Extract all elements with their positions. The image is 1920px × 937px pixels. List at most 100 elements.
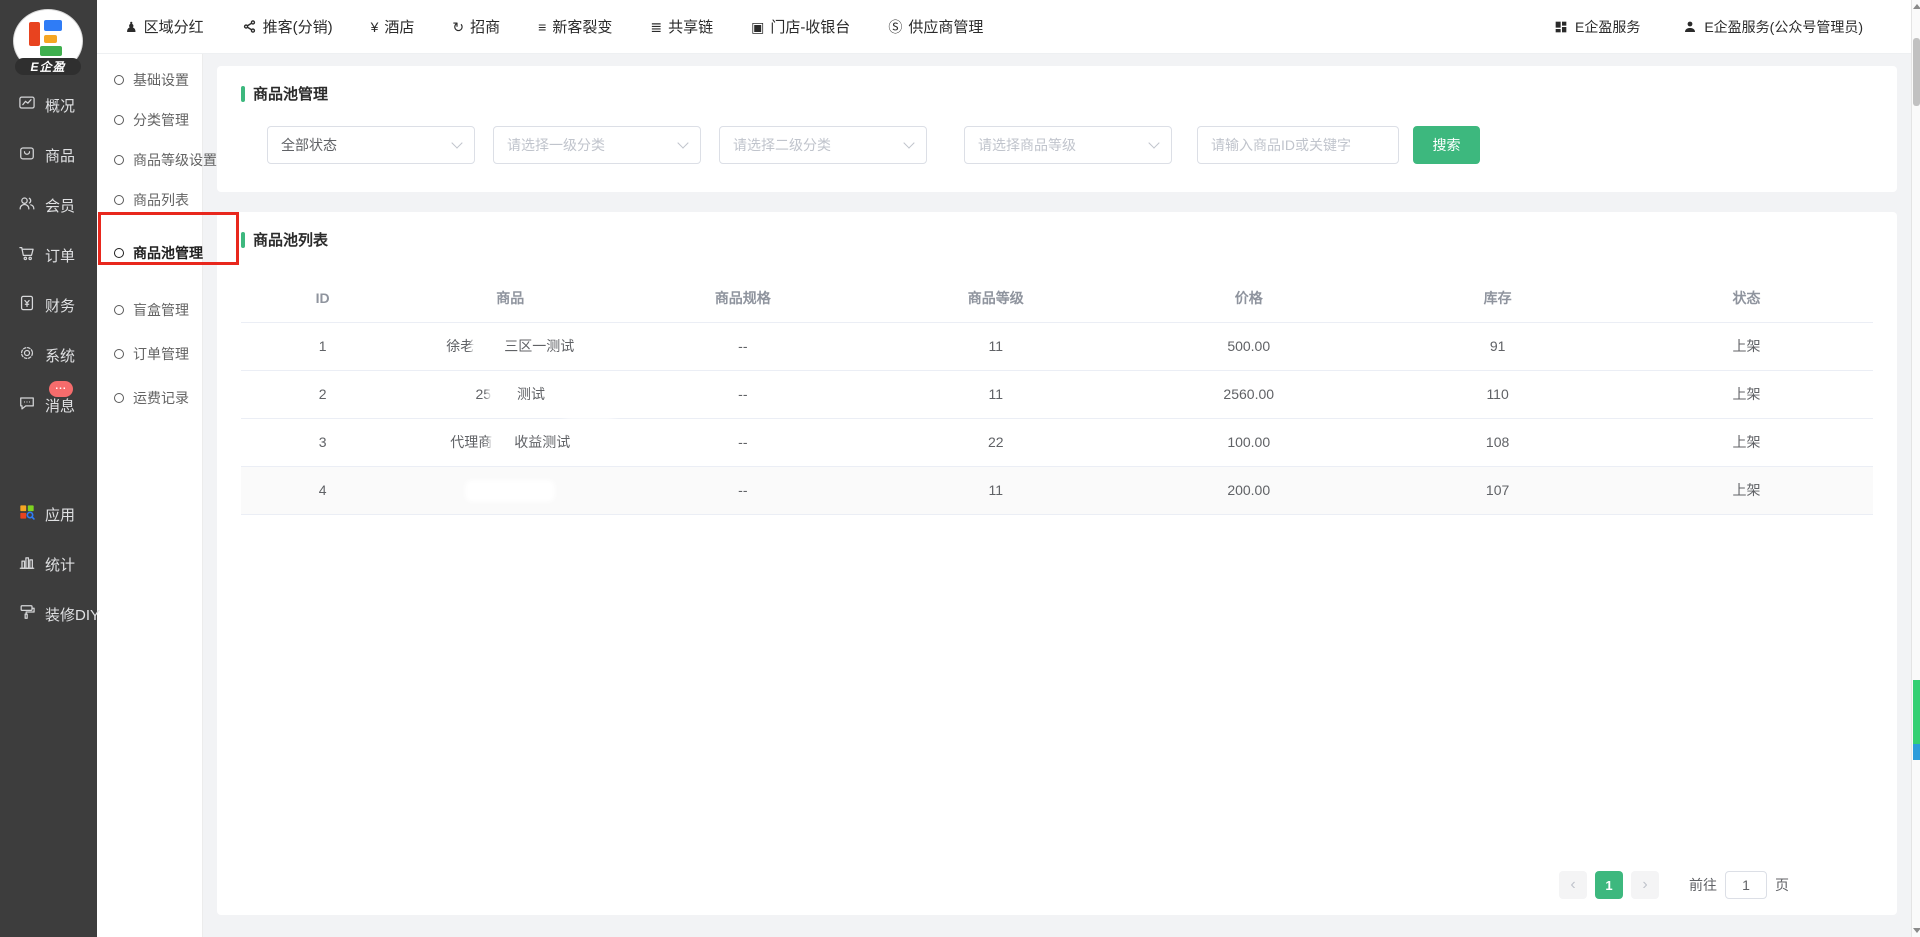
sidebar-item-label: 订单	[45, 245, 75, 266]
submenu-item-label: 商品列表	[133, 190, 189, 210]
category2-select[interactable]: 请选择二级分类	[719, 126, 927, 164]
sidebar-item-goods[interactable]: 商品	[0, 130, 97, 180]
scrollbar-thumb[interactable]	[1913, 38, 1920, 106]
scrollbar-up-arrow-icon[interactable]	[1913, 4, 1920, 9]
table-card: 商品池列表 ID商品商品规格商品等级价格库存状态 1徐老三区一测试--11500…	[217, 212, 1897, 915]
sidebar-item-label: 应用	[45, 504, 75, 525]
sidebar-item-members[interactable]: 会员	[0, 180, 97, 230]
topnav-item-2[interactable]: 推客(分销)	[242, 16, 333, 37]
submenu-item-运费记录[interactable]: 运费记录	[97, 376, 202, 420]
product-name-text: 收益测试	[514, 434, 570, 450]
supplier-icon: Ⓢ	[888, 20, 902, 34]
sidebar-item-diy[interactable]: 装修DIY	[0, 589, 97, 639]
search-button[interactable]: 搜索	[1413, 126, 1480, 164]
column-header-库存: 库存	[1375, 274, 1620, 322]
submenu-item-基础设置[interactable]: 基础设置	[97, 60, 202, 100]
orders-icon	[17, 243, 37, 267]
censored-smudge	[492, 435, 514, 451]
censored-smudge	[468, 483, 552, 499]
submenu-item-label: 运费记录	[133, 388, 189, 408]
cell-stock: 91	[1375, 322, 1620, 370]
service-menu[interactable]: E企盈服务	[1553, 17, 1640, 37]
cell-spec: --	[616, 418, 869, 466]
topnav-item-5[interactable]: ≡新客裂变	[538, 16, 612, 37]
topnav-item-7[interactable]: ▣门店-收银台	[751, 16, 850, 37]
grid-icon	[1553, 19, 1569, 35]
category1-placeholder: 请选择一级分类	[507, 135, 605, 155]
app-logo[interactable]: E企盈	[13, 9, 83, 73]
cell-stock: 107	[1375, 466, 1620, 514]
green-bar-icon	[241, 86, 245, 102]
column-header-商品等级: 商品等级	[869, 274, 1122, 322]
cell-level: 22	[869, 418, 1122, 466]
sidebar-item-system[interactable]: 系统	[0, 330, 97, 380]
filter-row: 全部状态 请选择一级分类 请选择二级分类 请选择商品等级 搜索	[241, 126, 1873, 164]
finance-icon	[17, 293, 37, 317]
sidebar-item-overview[interactable]: 概况	[0, 80, 97, 130]
system-icon	[17, 343, 37, 367]
sidebar-item-label: 概况	[45, 95, 75, 116]
cell-level: 11	[869, 322, 1122, 370]
sidebar-item-stats[interactable]: 统计	[0, 539, 97, 589]
sidebar-item-finance[interactable]: 财务	[0, 280, 97, 330]
topnav-item-4[interactable]: ↻招商	[452, 16, 500, 37]
scrollbar-blue-marker	[1913, 744, 1920, 760]
submenu-item-label: 订单管理	[133, 344, 189, 364]
topnav-item-8[interactable]: Ⓢ供应商管理	[888, 16, 983, 37]
submenu-item-商品池管理[interactable]: 商品池管理	[97, 226, 202, 280]
cell-price: 100.00	[1122, 418, 1375, 466]
topnav-item-3[interactable]: ¥酒店	[371, 16, 415, 37]
message-badge: ...	[49, 381, 73, 397]
circle-icon	[114, 305, 124, 315]
main-sidebar: E企盈 概况商品会员订单财务系统消息... 应用统计装修DIY	[0, 0, 97, 937]
submenu-item-分类管理[interactable]: 分类管理	[97, 100, 202, 140]
chevron-down-icon	[1148, 137, 1159, 148]
submenu-item-label: 盲盒管理	[133, 300, 189, 320]
product-name-text: 三区一测试	[504, 338, 574, 354]
submenu-item-商品等级设置[interactable]: 商品等级设置	[97, 140, 202, 180]
table-row: 4--11200.00107上架	[241, 466, 1873, 514]
topnav-item-6[interactable]: ≣共享链	[650, 16, 713, 37]
category1-select[interactable]: 请选择一级分类	[493, 126, 701, 164]
status-select[interactable]: 全部状态	[267, 126, 475, 164]
logo-orange-block-icon	[44, 35, 57, 43]
cell-status: 上架	[1620, 418, 1873, 466]
messages-icon	[17, 393, 37, 417]
sidebar-item-label: 消息	[45, 395, 75, 416]
topbar-right: E企盈服务 E企盈服务(公众号管理员)	[1553, 17, 1911, 37]
cell-product: 25测试	[404, 370, 616, 418]
cell-stock: 108	[1375, 418, 1620, 466]
keyword-input[interactable]	[1197, 126, 1399, 164]
page-1-button[interactable]: 1	[1595, 871, 1623, 899]
logo-red-block-icon	[29, 22, 40, 46]
goto-page-input[interactable]	[1725, 871, 1767, 899]
cell-product	[404, 466, 616, 514]
table-header-row: ID商品商品规格商品等级价格库存状态	[241, 274, 1873, 322]
cell-id: 1	[241, 322, 404, 370]
goto-label: 前往	[1689, 875, 1717, 895]
submenu-item-商品列表[interactable]: 商品列表	[97, 180, 202, 220]
scrollbar-down-arrow-icon[interactable]	[1913, 928, 1920, 933]
logo-text: E企盈	[15, 58, 81, 75]
page-unit-label: 页	[1775, 875, 1789, 895]
topnav-item-1[interactable]: ♟区域分红	[125, 16, 204, 37]
cell-spec: --	[616, 370, 869, 418]
goto-page-group: 前往 页	[1689, 871, 1789, 899]
column-header-商品规格: 商品规格	[616, 274, 869, 322]
sidebar-item-messages[interactable]: 消息...	[0, 380, 97, 430]
category2-placeholder: 请选择二级分类	[733, 135, 831, 155]
goods-level-select[interactable]: 请选择商品等级	[964, 126, 1172, 164]
sidebar-item-label: 装修DIY	[45, 604, 100, 625]
sidebar-item-apps[interactable]: 应用	[0, 489, 97, 539]
account-menu[interactable]: E企盈服务(公众号管理员)	[1682, 17, 1863, 37]
cell-product: 徐老三区一测试	[404, 322, 616, 370]
chevron-down-icon	[903, 137, 914, 148]
submenu-item-订单管理[interactable]: 订单管理	[97, 332, 202, 376]
sidebar-item-orders[interactable]: 订单	[0, 230, 97, 280]
table-row: 225测试--112560.00110上架	[241, 370, 1873, 418]
submenu-item-盲盒管理[interactable]: 盲盒管理	[97, 288, 202, 332]
sharechain-icon: ≣	[650, 20, 662, 34]
column-header-价格: 价格	[1122, 274, 1375, 322]
prev-page-button[interactable]: ‹	[1559, 871, 1587, 899]
next-page-button[interactable]: ›	[1631, 871, 1659, 899]
